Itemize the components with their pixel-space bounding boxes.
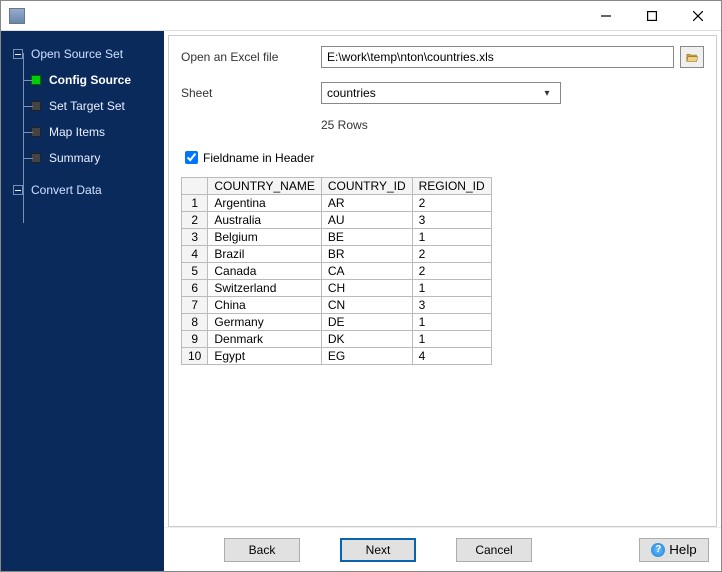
sidebar-item-summary[interactable]: Summary <box>7 145 164 171</box>
row-number: 1 <box>182 195 208 212</box>
table-cell[interactable]: Belgium <box>208 229 321 246</box>
step-status-icon <box>31 153 41 163</box>
table-cell[interactable]: 4 <box>412 348 491 365</box>
table-cell[interactable]: 2 <box>412 263 491 280</box>
table-cell[interactable]: 1 <box>412 331 491 348</box>
table-cell[interactable]: 3 <box>412 297 491 314</box>
row-number: 8 <box>182 314 208 331</box>
table-corner <box>182 178 208 195</box>
sidebar-root-label: Open Source Set <box>31 47 123 61</box>
sidebar-root-label: Convert Data <box>31 183 102 197</box>
table-cell[interactable]: CH <box>321 280 412 297</box>
collapse-icon[interactable] <box>13 49 23 59</box>
column-header[interactable]: REGION_ID <box>412 178 491 195</box>
table-row[interactable]: 10EgyptEG4 <box>182 348 492 365</box>
chevron-down-icon: ▾ <box>539 88 555 99</box>
sidebar-item-label: Summary <box>49 151 100 165</box>
table-row[interactable]: 6SwitzerlandCH1 <box>182 280 492 297</box>
wizard-footer: Back Next Cancel ? Help <box>164 527 721 571</box>
sidebar-item-label: Map Items <box>49 125 105 139</box>
fieldname-header-checkbox[interactable] <box>185 151 198 164</box>
row-count-label: 25 Rows <box>181 118 704 132</box>
help-button[interactable]: ? Help <box>639 538 709 562</box>
collapse-icon[interactable] <box>13 185 23 195</box>
table-row[interactable]: 5CanadaCA2 <box>182 263 492 280</box>
sidebar-item-set-target-set[interactable]: Set Target Set <box>7 93 164 119</box>
table-cell[interactable]: AU <box>321 212 412 229</box>
wizard-sidebar: Open Source Set Config Source Set Target … <box>1 31 164 571</box>
table-cell[interactable]: Canada <box>208 263 321 280</box>
step-status-icon <box>31 75 41 85</box>
sheet-selected-value: countries <box>327 86 539 100</box>
table-cell[interactable]: 1 <box>412 229 491 246</box>
row-number: 5 <box>182 263 208 280</box>
maximize-button[interactable] <box>629 1 675 31</box>
sheet-label: Sheet <box>181 86 321 100</box>
table-cell[interactable]: BE <box>321 229 412 246</box>
sheet-select[interactable]: countries ▾ <box>321 82 561 104</box>
app-icon <box>9 8 25 24</box>
row-number: 6 <box>182 280 208 297</box>
cancel-button[interactable]: Cancel <box>456 538 532 562</box>
table-row[interactable]: 4BrazilBR2 <box>182 246 492 263</box>
table-row[interactable]: 9DenmarkDK1 <box>182 331 492 348</box>
table-cell[interactable]: 2 <box>412 195 491 212</box>
row-number: 2 <box>182 212 208 229</box>
fieldname-header-label[interactable]: Fieldname in Header <box>203 151 314 165</box>
row-number: 10 <box>182 348 208 365</box>
table-cell[interactable]: China <box>208 297 321 314</box>
column-header[interactable]: COUNTRY_NAME <box>208 178 321 195</box>
sidebar-item-config-source[interactable]: Config Source <box>7 67 164 93</box>
help-label: Help <box>669 542 696 557</box>
close-button[interactable] <box>675 1 721 31</box>
table-cell[interactable]: Egypt <box>208 348 321 365</box>
main-panel: Open an Excel file Sheet countries ▾ <box>164 31 721 571</box>
minimize-button[interactable] <box>583 1 629 31</box>
sidebar-item-label: Set Target Set <box>49 99 125 113</box>
file-label: Open an Excel file <box>181 50 321 64</box>
titlebar <box>1 1 721 31</box>
table-row[interactable]: 7ChinaCN3 <box>182 297 492 314</box>
browse-button[interactable] <box>680 46 704 68</box>
table-row[interactable]: 8GermanyDE1 <box>182 314 492 331</box>
file-path-input[interactable] <box>321 46 674 68</box>
table-cell[interactable]: EG <box>321 348 412 365</box>
table-cell[interactable]: Denmark <box>208 331 321 348</box>
next-button[interactable]: Next <box>340 538 416 562</box>
table-cell[interactable]: Switzerland <box>208 280 321 297</box>
table-cell[interactable]: DK <box>321 331 412 348</box>
table-cell[interactable]: 1 <box>412 280 491 297</box>
table-row[interactable]: 3BelgiumBE1 <box>182 229 492 246</box>
sidebar-root-open-source-set[interactable]: Open Source Set <box>7 41 164 67</box>
sidebar-item-label: Config Source <box>49 73 131 87</box>
column-header[interactable]: COUNTRY_ID <box>321 178 412 195</box>
table-cell[interactable]: AR <box>321 195 412 212</box>
preview-table: COUNTRY_NAMECOUNTRY_IDREGION_ID 1Argenti… <box>181 177 492 365</box>
sidebar-root-convert-data[interactable]: Convert Data <box>7 177 164 203</box>
row-number: 3 <box>182 229 208 246</box>
help-icon: ? <box>651 543 665 557</box>
table-cell[interactable]: Germany <box>208 314 321 331</box>
table-cell[interactable]: 3 <box>412 212 491 229</box>
row-number: 4 <box>182 246 208 263</box>
table-row[interactable]: 1ArgentinaAR2 <box>182 195 492 212</box>
table-cell[interactable]: Argentina <box>208 195 321 212</box>
folder-open-icon <box>686 51 699 64</box>
table-cell[interactable]: 1 <box>412 314 491 331</box>
row-number: 9 <box>182 331 208 348</box>
table-cell[interactable]: DE <box>321 314 412 331</box>
table-cell[interactable]: Brazil <box>208 246 321 263</box>
row-number: 7 <box>182 297 208 314</box>
back-button[interactable]: Back <box>224 538 300 562</box>
sidebar-item-map-items[interactable]: Map Items <box>7 119 164 145</box>
step-status-icon <box>31 101 41 111</box>
table-cell[interactable]: Australia <box>208 212 321 229</box>
table-cell[interactable]: BR <box>321 246 412 263</box>
step-status-icon <box>31 127 41 137</box>
table-cell[interactable]: 2 <box>412 246 491 263</box>
table-row[interactable]: 2AustraliaAU3 <box>182 212 492 229</box>
table-cell[interactable]: CA <box>321 263 412 280</box>
table-cell[interactable]: CN <box>321 297 412 314</box>
